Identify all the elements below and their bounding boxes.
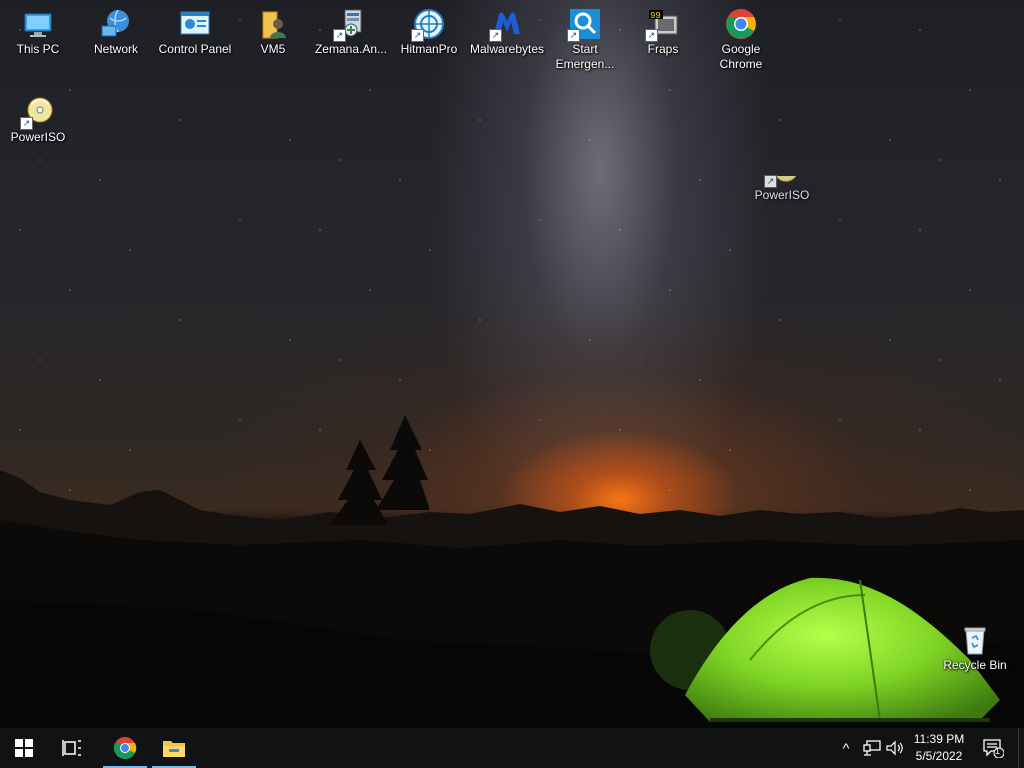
desktop-icon-recycle-bin[interactable]: Recycle Bin bbox=[937, 618, 1013, 673]
speaker-icon bbox=[886, 740, 903, 756]
desktop-icon-poweriso-dragging[interactable]: ↗ PowerISO bbox=[744, 148, 820, 203]
notification-count-badge: 1 bbox=[995, 746, 1001, 756]
shortcut-arrow-icon: ↗ bbox=[20, 117, 33, 130]
task-view-icon bbox=[62, 740, 81, 756]
desktop-icon-poweriso[interactable]: ↗ PowerISO bbox=[0, 90, 76, 145]
chrome-icon bbox=[725, 8, 757, 40]
pine-trees bbox=[330, 415, 430, 525]
shortcut-arrow-icon: ↗ bbox=[645, 29, 658, 42]
chevron-up-icon: ^ bbox=[842, 740, 850, 756]
volume-tray-button[interactable] bbox=[884, 728, 906, 768]
poweriso-icon: ↗ bbox=[20, 96, 54, 130]
network-wired-icon bbox=[863, 740, 881, 756]
desktop-icon-label: Control Panel bbox=[158, 42, 232, 56]
shortcut-arrow-icon: ↗ bbox=[567, 29, 580, 42]
desktop-icon-label: Malwarebytes bbox=[469, 42, 545, 56]
recycle-bin-icon bbox=[959, 624, 991, 656]
desktop-icon-label: Google Chrome bbox=[719, 42, 763, 71]
network-tray-button[interactable] bbox=[860, 728, 884, 768]
desktop-icon-label: This PC bbox=[16, 42, 60, 56]
clock-date: 5/5/2022 bbox=[915, 749, 963, 763]
desktop-icon-control-panel[interactable]: Control Panel bbox=[157, 2, 233, 57]
start-button[interactable] bbox=[0, 728, 48, 768]
desktop-icon-label: PowerISO bbox=[754, 188, 810, 202]
installer-icon: ↗ bbox=[333, 8, 367, 42]
desktop-icon-network[interactable]: Network bbox=[78, 2, 154, 57]
shortcut-arrow-icon: ↗ bbox=[411, 29, 424, 42]
desktop-icon-hitmanpro[interactable]: ↗ HitmanPro bbox=[391, 2, 467, 57]
desktop-icon-chrome[interactable]: Google Chrome bbox=[703, 2, 779, 72]
desktop-icon-emergency-kit[interactable]: ↗ Start Emergen... bbox=[547, 2, 623, 72]
desktop-icon-label: Recycle Bin bbox=[943, 658, 1007, 672]
desktop-icon-label: Network bbox=[93, 42, 138, 56]
network-icon bbox=[100, 8, 132, 40]
desktop-icon-label: Zemana.An... bbox=[314, 42, 388, 56]
shortcut-arrow-icon: ↗ bbox=[489, 29, 502, 42]
this-pc-icon bbox=[22, 8, 54, 40]
desktop-icon-vm5[interactable]: VM5 bbox=[235, 2, 311, 57]
emergency-kit-icon: ↗ bbox=[567, 8, 601, 42]
fraps-icon: 99 ↗ bbox=[645, 8, 679, 42]
desktop-icon-zemana[interactable]: ↗ Zemana.An... bbox=[313, 2, 389, 57]
desktop-wallpaper bbox=[0, 0, 1024, 728]
desktop-icon-label: HitmanPro bbox=[400, 42, 458, 56]
show-desktop-button[interactable] bbox=[1018, 728, 1024, 768]
desktop-icon-this-pc[interactable]: This PC bbox=[0, 2, 76, 57]
task-view-button[interactable] bbox=[48, 728, 96, 768]
taskbar-clock[interactable]: 11:39 PM 5/5/2022 bbox=[906, 730, 972, 767]
desktop-icon-label: Start Emergen... bbox=[555, 42, 615, 71]
shortcut-arrow-icon: ↗ bbox=[764, 175, 777, 188]
action-center-button[interactable]: 1 bbox=[978, 728, 1008, 768]
user-folder-icon bbox=[257, 8, 289, 40]
taskbar-chrome[interactable] bbox=[101, 728, 149, 768]
fraps-fps-badge: 99 bbox=[650, 11, 661, 21]
desktop-icon-label: Fraps bbox=[647, 42, 679, 56]
chrome-icon bbox=[113, 737, 137, 759]
taskbar: ^ 11:39 PM 5/5/2022 1 bbox=[0, 728, 1024, 768]
desktop-icon-label: PowerISO bbox=[10, 130, 66, 144]
taskbar-file-explorer[interactable] bbox=[150, 728, 198, 768]
desktop-icon-label: VM5 bbox=[260, 42, 286, 56]
clock-time: 11:39 PM bbox=[913, 732, 965, 746]
poweriso-icon: ↗ bbox=[764, 154, 798, 188]
show-hidden-icons-button[interactable]: ^ bbox=[836, 728, 856, 768]
start-icon bbox=[15, 739, 33, 757]
desktop-icon-malwarebytes[interactable]: ↗ Malwarebytes bbox=[469, 2, 545, 57]
malwarebytes-icon: ↗ bbox=[489, 8, 523, 42]
shortcut-arrow-icon: ↗ bbox=[333, 29, 346, 42]
hitmanpro-icon: ↗ bbox=[411, 8, 445, 42]
control-panel-icon bbox=[179, 8, 211, 40]
notification-icon bbox=[983, 739, 1004, 758]
file-explorer-icon bbox=[163, 741, 185, 757]
desktop-icon-fraps[interactable]: 99 ↗ Fraps bbox=[625, 2, 701, 57]
